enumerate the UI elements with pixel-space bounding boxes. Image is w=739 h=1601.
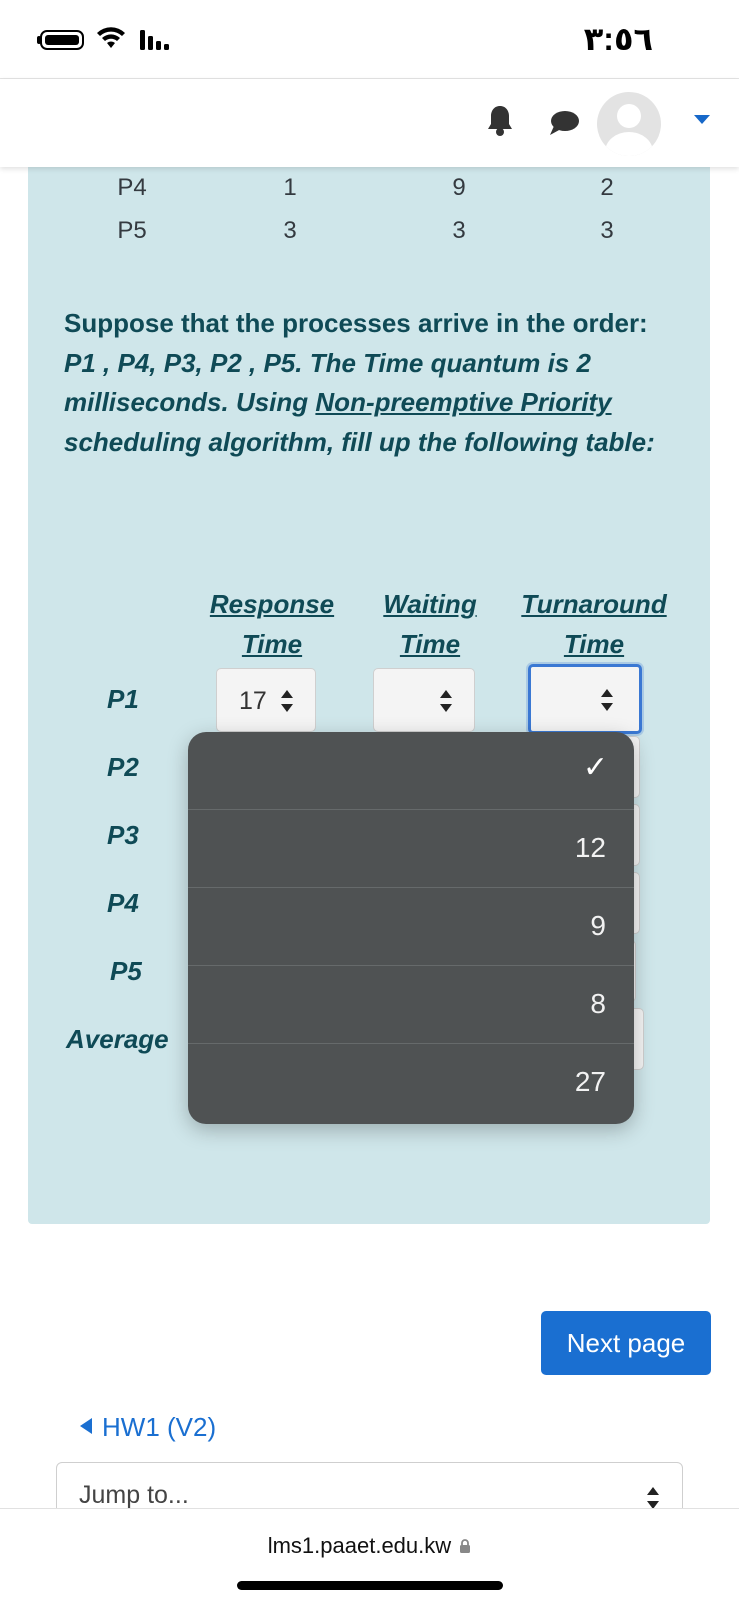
notification-bell-icon[interactable] bbox=[487, 104, 513, 136]
battery-cap bbox=[37, 36, 41, 44]
option-label: 9 bbox=[590, 910, 606, 941]
row-label-average: Average bbox=[66, 1024, 169, 1054]
battery-icon bbox=[40, 30, 84, 50]
header-line: Response bbox=[209, 589, 335, 619]
battery-fill bbox=[45, 35, 79, 45]
header-line: Time bbox=[399, 629, 461, 659]
header-line: Turnaround bbox=[521, 589, 667, 619]
user-avatar[interactable] bbox=[597, 92, 661, 156]
select-arrows-icon bbox=[281, 690, 293, 712]
signal-icon bbox=[140, 30, 169, 50]
option-label: 8 bbox=[590, 988, 606, 1019]
p1-turnaround-time-select[interactable] bbox=[528, 664, 642, 734]
select-value: 17 bbox=[239, 687, 267, 715]
header-line: Waiting bbox=[383, 589, 477, 619]
user-menu-chevron-down-icon[interactable] bbox=[694, 115, 710, 124]
column-header-response-time: Response Time bbox=[202, 584, 342, 664]
select-arrows-icon bbox=[440, 690, 452, 712]
header-line: Time bbox=[241, 629, 303, 659]
home-indicator bbox=[237, 1581, 503, 1590]
table-cell: 3 bbox=[283, 217, 297, 244]
table-cell: 3 bbox=[452, 217, 466, 244]
avatar-head bbox=[617, 104, 641, 128]
question-text: Suppose that the processes arrive in the… bbox=[64, 304, 664, 462]
avatar-body bbox=[605, 132, 653, 156]
row-label-p1: P1 bbox=[107, 684, 139, 714]
p1-waiting-time-select[interactable] bbox=[373, 668, 475, 732]
option-label: 12 bbox=[574, 832, 606, 863]
table-cell: 1 bbox=[283, 174, 297, 201]
dropdown-options-popup: ✓ 12 9 8 27 bbox=[188, 732, 634, 1124]
next-page-button[interactable]: Next page bbox=[541, 1311, 711, 1375]
address-bar[interactable]: lms1.paaet.edu.kw bbox=[0, 1533, 739, 1559]
dropdown-option[interactable]: 8 bbox=[188, 966, 634, 1044]
table-cell: 3 bbox=[600, 217, 614, 244]
status-bar: ٣:٥٦ bbox=[0, 0, 739, 79]
checkmark-icon: ✓ bbox=[582, 750, 608, 785]
question-link[interactable]: Non-preemptive Priority bbox=[315, 387, 611, 417]
table-cell-process: P5 bbox=[117, 217, 147, 244]
p1-response-time-select[interactable]: 17 bbox=[216, 668, 316, 732]
messages-bubble-icon[interactable] bbox=[548, 110, 580, 136]
header-line: Time bbox=[563, 629, 625, 659]
previous-activity-label: HW1 (V2) bbox=[102, 1412, 217, 1442]
question-text-part: Suppose that the processes arrive in the… bbox=[64, 308, 648, 338]
dropdown-option[interactable]: 27 bbox=[188, 1044, 634, 1122]
table-cell: 2 bbox=[600, 174, 614, 201]
lock-icon bbox=[460, 1539, 471, 1553]
select-arrows-icon bbox=[647, 1487, 659, 1509]
dropdown-option[interactable]: 12 bbox=[188, 810, 634, 888]
previous-activity-link[interactable]: HW1 (V2) bbox=[80, 1412, 216, 1443]
option-label: 27 bbox=[574, 1066, 606, 1097]
triangle-left-icon bbox=[80, 1418, 92, 1434]
column-header-waiting-time: Waiting Time bbox=[372, 584, 488, 664]
column-header-turnaround-time: Turnaround Time bbox=[514, 584, 674, 664]
select-arrows-icon bbox=[601, 689, 613, 711]
row-label-p5: P5 bbox=[110, 956, 142, 986]
browser-bottom-bar: lms1.paaet.edu.kw bbox=[0, 1508, 739, 1601]
wifi-icon bbox=[97, 27, 125, 48]
data-table-row: P4 1 9 2 bbox=[100, 174, 660, 210]
url-text: lms1.paaet.edu.kw bbox=[267, 1533, 452, 1558]
table-cell: 9 bbox=[452, 174, 466, 201]
row-label-p2: P2 bbox=[107, 752, 139, 782]
dropdown-option-empty[interactable]: ✓ bbox=[188, 732, 634, 810]
question-text-part: scheduling algorithm, fill up the follow… bbox=[64, 426, 655, 457]
table-cell-process: P4 bbox=[117, 174, 147, 201]
dropdown-option[interactable]: 9 bbox=[188, 888, 634, 966]
status-time: ٣:٥٦ bbox=[583, 21, 653, 57]
data-table-row: P5 3 3 3 bbox=[100, 217, 660, 253]
row-label-p3: P3 bbox=[107, 820, 139, 850]
jump-to-placeholder: Jump to... bbox=[79, 1481, 189, 1509]
row-label-p4: P4 bbox=[107, 888, 139, 918]
